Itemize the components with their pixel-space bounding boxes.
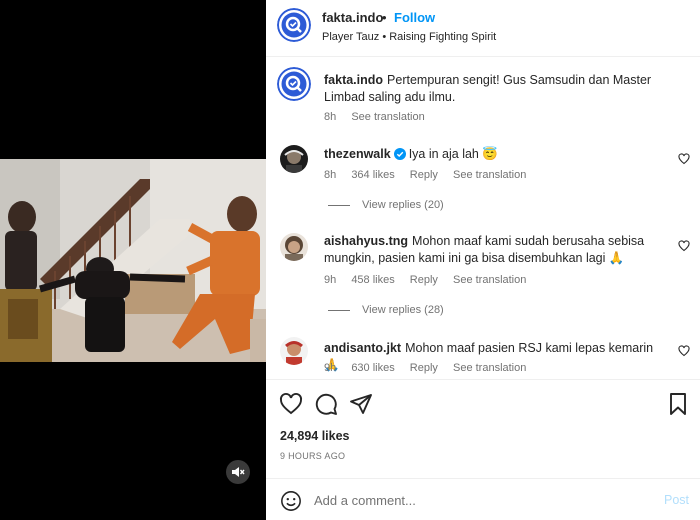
caption-meta: 8h See translation	[324, 111, 437, 123]
avatar-image	[280, 145, 308, 173]
view-replies-label: View replies (28)	[362, 304, 444, 316]
comment-time[interactable]: 9h	[324, 362, 336, 374]
mute-icon	[232, 467, 245, 477]
comment-meta: 9h 630 likes Reply See translation	[324, 362, 538, 374]
caption-avatar[interactable]	[277, 67, 311, 101]
bookmark-icon[interactable]	[666, 392, 690, 416]
comment-like-heart-icon[interactable]	[678, 153, 690, 165]
video-player[interactable]	[0, 159, 266, 362]
post-panel: fakta.indo • Follow Player Tauz • Raisin…	[266, 0, 700, 520]
comment-avatar[interactable]	[280, 337, 308, 365]
account-avatar[interactable]	[277, 8, 311, 42]
see-translation-button[interactable]: See translation	[453, 169, 526, 181]
replies-divider	[328, 204, 350, 206]
comment-input[interactable]	[314, 490, 644, 510]
post-actions	[266, 380, 700, 426]
reply-button[interactable]: Reply	[410, 362, 438, 374]
comment-time[interactable]: 8h	[324, 169, 336, 181]
caption-text-block: fakta.indo Pertempuran sengit! Gus Samsud…	[324, 72, 664, 106]
video-frame-image	[0, 159, 266, 362]
comment-text: Iya in aja lah 😇	[408, 147, 498, 161]
comment-username[interactable]: thezenwalk	[324, 147, 391, 161]
caption-username[interactable]: fakta.indo	[324, 73, 383, 87]
comment-avatar[interactable]	[280, 145, 308, 173]
comments-list: fakta.indo Pertempuran sengit! Gus Samsud…	[266, 57, 700, 380]
comment-text-block: thezenwalk Iya in aja lah 😇	[324, 146, 664, 163]
heart-icon[interactable]	[279, 392, 303, 416]
post-comment-button[interactable]: Post	[664, 493, 689, 507]
reply-button[interactable]: Reply	[410, 274, 438, 286]
likes-count[interactable]: 24,894 likes	[280, 429, 350, 443]
emoji-icon[interactable]	[280, 490, 302, 512]
avatar-image	[280, 337, 308, 365]
share-icon[interactable]	[349, 392, 373, 416]
view-replies-button[interactable]: View replies (28)	[328, 304, 444, 316]
comment-like-heart-icon[interactable]	[678, 240, 690, 252]
caption-see-translation[interactable]: See translation	[351, 111, 424, 123]
separator-dot: •	[382, 10, 387, 25]
comment-username[interactable]: aishahyus.tng	[324, 234, 408, 248]
comment-like-heart-icon[interactable]	[678, 345, 690, 357]
view-replies-button[interactable]: View replies (20)	[328, 199, 444, 211]
comment-avatar[interactable]	[280, 233, 308, 261]
avatar-image	[280, 233, 308, 261]
audio-subtitle[interactable]: Player Tauz • Raising Fighting Spirit	[322, 31, 496, 43]
comment-likes[interactable]: 630 likes	[351, 362, 394, 374]
caption-time[interactable]: 8h	[324, 111, 336, 123]
see-translation-button[interactable]: See translation	[453, 362, 526, 374]
verified-badge-icon	[393, 148, 406, 160]
see-translation-button[interactable]: See translation	[453, 274, 526, 286]
comment-meta: 9h 458 likes Reply See translation	[324, 274, 538, 286]
post-username[interactable]: fakta.indo	[322, 10, 383, 25]
comment-time[interactable]: 9h	[324, 274, 336, 286]
media-pane	[0, 0, 266, 520]
replies-divider	[328, 309, 350, 311]
view-replies-label: View replies (20)	[362, 199, 444, 211]
reply-button[interactable]: Reply	[410, 169, 438, 181]
mute-button[interactable]	[226, 460, 250, 484]
add-comment-bar: Post	[266, 478, 700, 520]
comment-icon[interactable]	[314, 392, 338, 416]
comment-likes[interactable]: 458 likes	[351, 274, 394, 286]
post-timestamp[interactable]: 9 HOURS AGO	[280, 451, 345, 461]
comment-meta: 8h 364 likes Reply See translation	[324, 169, 538, 181]
comment-username[interactable]: andisanto.jkt	[324, 341, 401, 355]
comment-likes[interactable]: 364 likes	[351, 169, 394, 181]
follow-button[interactable]: Follow	[394, 10, 435, 25]
post-header: fakta.indo • Follow Player Tauz • Raisin…	[266, 0, 700, 57]
comment-text-block: aishahyus.tng Mohon maaf kami sudah berus…	[324, 233, 664, 267]
